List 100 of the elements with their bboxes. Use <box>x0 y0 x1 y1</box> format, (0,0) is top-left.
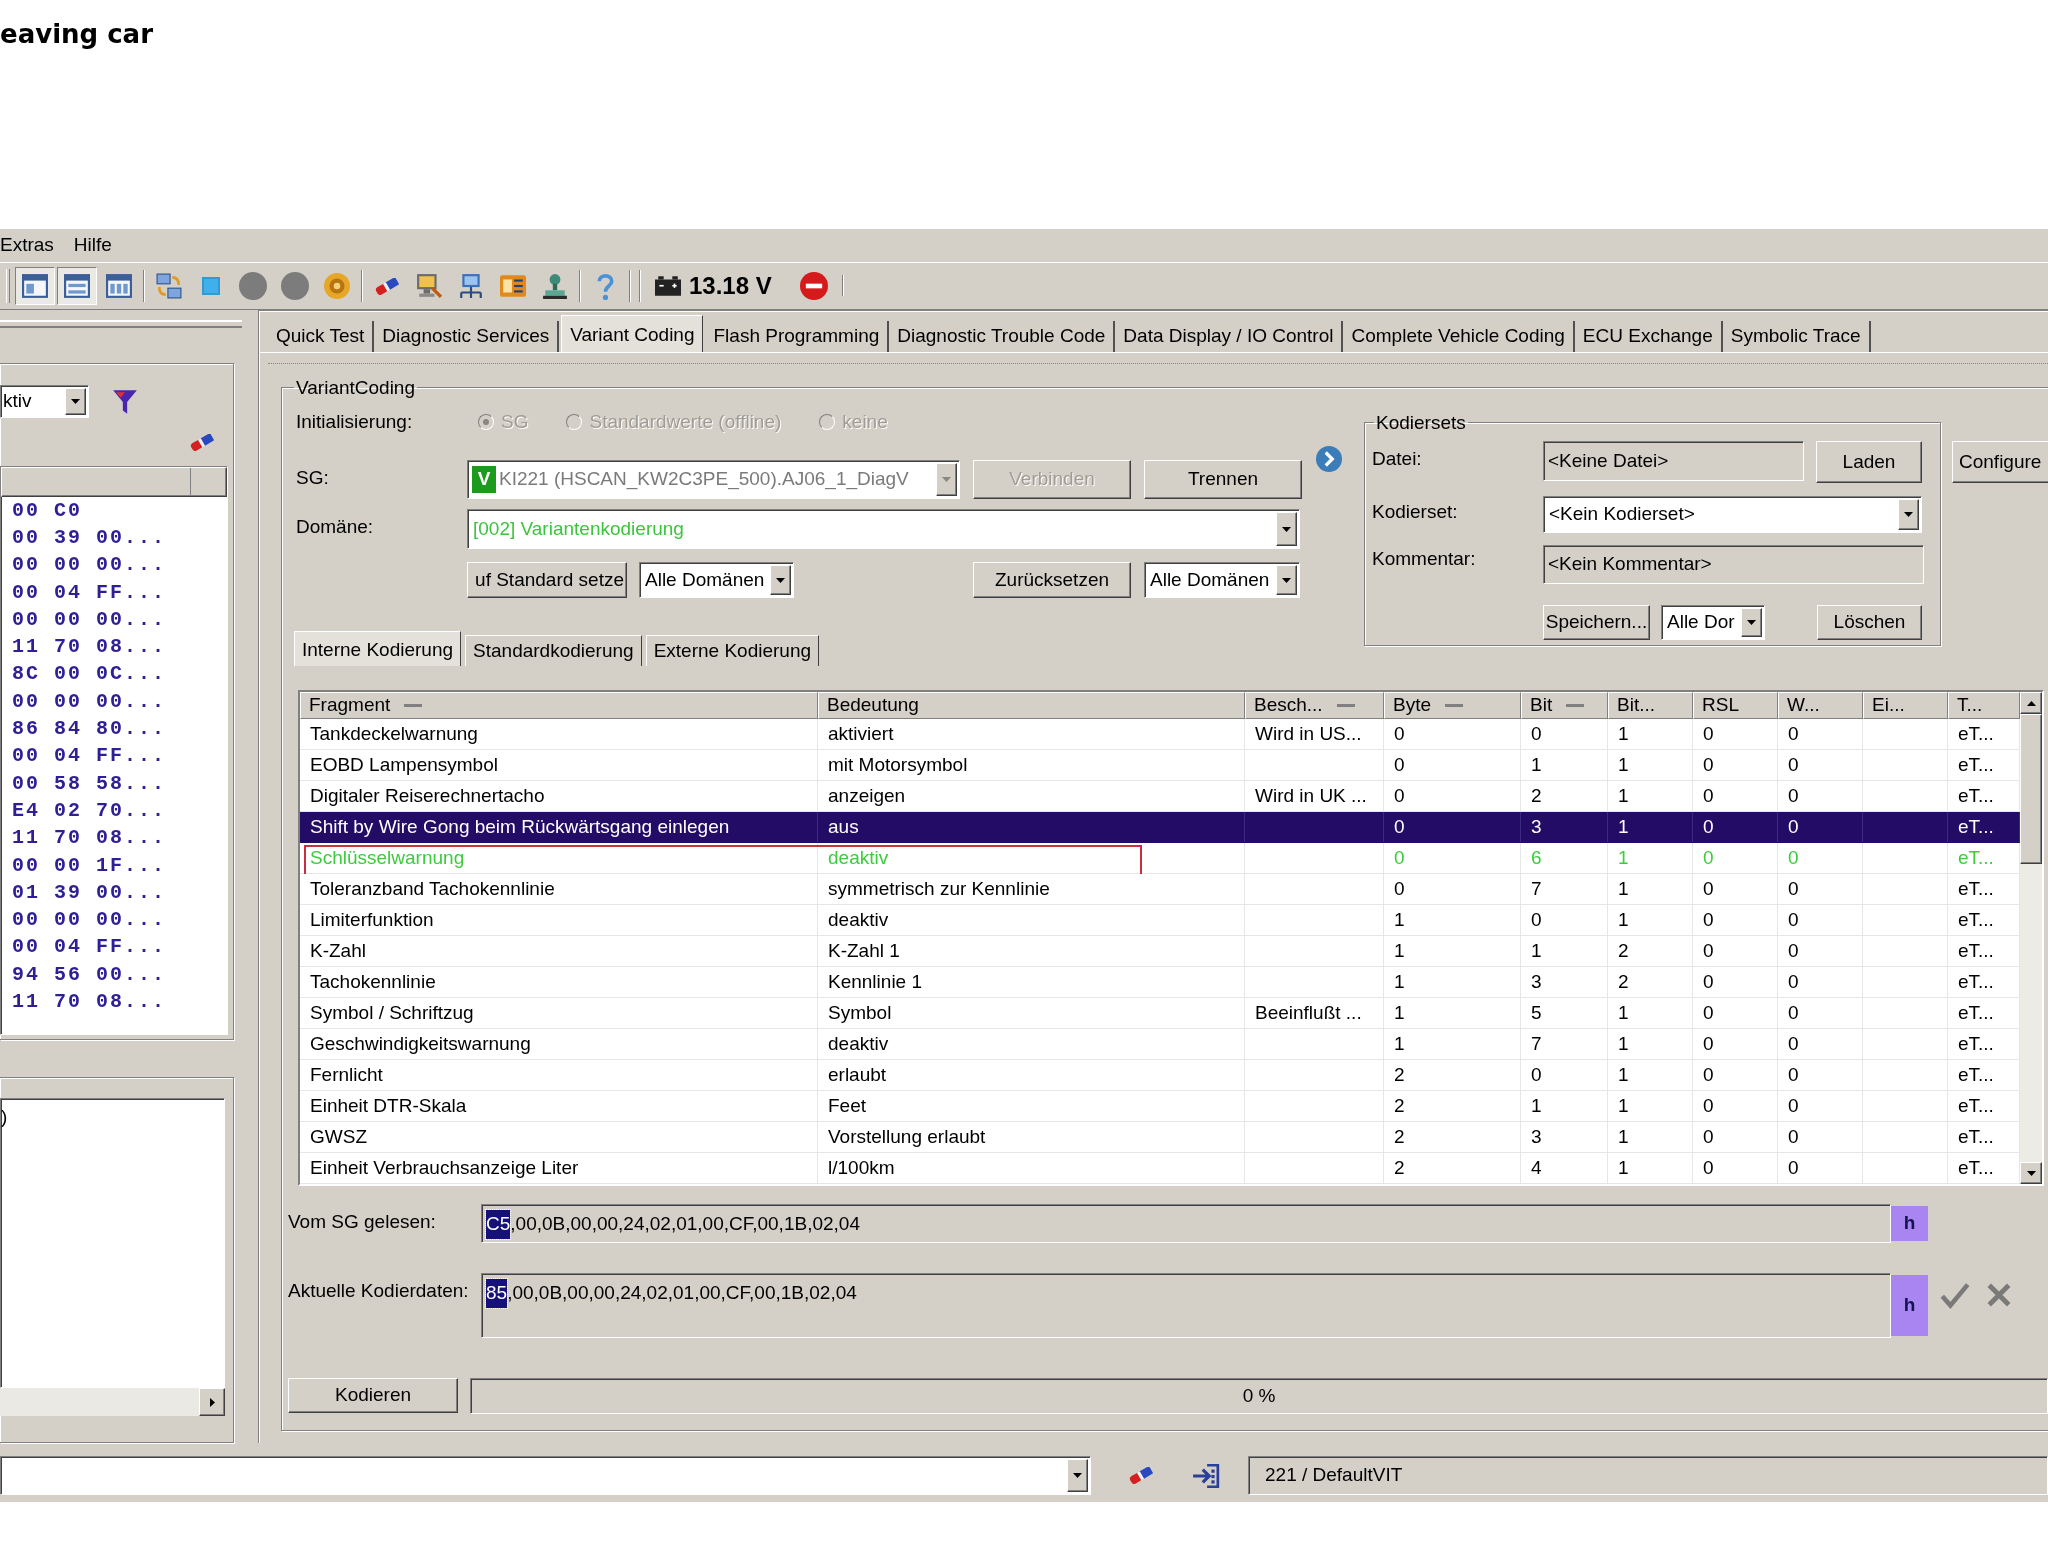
eraser-icon[interactable] <box>374 277 400 295</box>
tab[interactable]: Diagnostic Services <box>374 321 560 352</box>
scroll-up-button[interactable] <box>2020 692 2042 714</box>
column-header[interactable]: Bit <box>1521 692 1608 719</box>
hex-toggle-button[interactable]: h <box>1891 1275 1928 1336</box>
check-icon[interactable] <box>1940 1281 1970 1309</box>
scrollbar[interactable] <box>2020 692 2042 1184</box>
table-row[interactable]: Einheit DTR-Skala Feet 2 1 1 0 0 eT... <box>300 1091 2020 1122</box>
table-row[interactable]: Fernlicht erlaubt 2 0 1 0 0 eT... <box>300 1060 2020 1091</box>
dropdown-button[interactable] <box>1276 565 1297 595</box>
column-header[interactable]: Ei... <box>1863 692 1948 719</box>
dropdown-button[interactable] <box>1898 499 1919 530</box>
hex-data-field[interactable]: 85,00,0B,00,00,24,02,01,00,CF,00,1B,02,04 <box>481 1273 1891 1338</box>
columns-layout-icon[interactable] <box>106 274 132 298</box>
dropdown[interactable] <box>0 1456 1091 1495</box>
load-button[interactable]: Laden <box>1816 441 1922 483</box>
dropdown-button[interactable] <box>770 565 791 595</box>
hex-toggle-button[interactable]: h <box>1891 1206 1928 1241</box>
tab[interactable]: Variant Coding <box>561 315 704 352</box>
scroll-right-button[interactable] <box>199 1388 225 1416</box>
table-row[interactable]: Tankdeckelwarnung aktiviert Wird in US... 0 0 1 0 0 eT... <box>300 719 2020 750</box>
table-cell-text: eT... <box>1958 876 1994 901</box>
filter-dropdown[interactable]: ktiv <box>0 385 89 418</box>
scroll-thumb[interactable] <box>2020 714 2042 864</box>
code-button[interactable]: Kodieren <box>288 1378 458 1413</box>
sync-icon[interactable] <box>156 273 182 299</box>
column-header[interactable]: Bit... <box>1608 692 1693 719</box>
circle-icon[interactable] <box>239 272 267 300</box>
tab[interactable]: Externe Kodierung <box>645 635 820 666</box>
column-header[interactable]: Byte <box>1384 692 1521 719</box>
dropdown-button[interactable] <box>1276 512 1297 546</box>
stamp-icon[interactable] <box>542 273 568 299</box>
disc-icon[interactable] <box>324 273 350 299</box>
caret-icon <box>776 577 785 583</box>
file-field[interactable]: <Keine Datei> <box>1543 441 1804 481</box>
toolbar-button[interactable] <box>57 267 97 305</box>
hex-value: 00 00 1F... <box>12 853 167 878</box>
tab[interactable]: Flash Programming <box>705 321 890 352</box>
tab[interactable]: Diagnostic Trouble Code <box>889 321 1116 352</box>
dropdown-button[interactable] <box>65 388 86 415</box>
tab[interactable]: Symbolic Trace <box>1722 321 1871 352</box>
table-row[interactable]: Symbol / Schriftzug Symbol Beeinflußt ... 1 5 1 0 0 eT... <box>300 998 2020 1029</box>
column-header[interactable]: RSL <box>1693 692 1778 719</box>
dropdown-button[interactable] <box>1067 1459 1088 1492</box>
table-row[interactable]: Shift by Wire Gong beim Rückwärtsgang einlegen aus 0 3 1 0 0 eT... <box>300 812 2020 843</box>
tab[interactable]: Data Display / IO Control <box>1115 321 1344 352</box>
hex-data-field[interactable]: C5,00,0B,00,00,24,02,01,00,CF,00,1B,02,04 <box>481 1204 1891 1243</box>
dropdown-button[interactable] <box>1741 608 1762 637</box>
monitor-icon[interactable] <box>416 273 442 299</box>
device-icon[interactable] <box>500 273 526 299</box>
menu-item[interactable]: Extras <box>0 231 54 260</box>
tab[interactable]: Complete Vehicle Coding <box>1343 321 1575 352</box>
menu-item[interactable]: Hilfe <box>73 231 112 260</box>
table-row[interactable]: Geschwindigkeitswarnung deaktiv 1 7 1 0 0 eT... <box>300 1029 2020 1060</box>
scope-dropdown[interactable]: Alle Dor <box>1661 605 1765 640</box>
column-header[interactable]: T... <box>1948 692 2020 719</box>
login-icon[interactable] <box>1192 1462 1220 1489</box>
configure-button[interactable]: Configure <box>1952 441 2048 483</box>
tab[interactable]: Standardkodierung <box>465 635 642 666</box>
connect-button[interactable]: Trennen <box>1144 460 1302 499</box>
eraser-icon[interactable] <box>1128 1467 1154 1484</box>
codeset-dropdown[interactable]: <Kein Kodierset> <box>1543 496 1922 533</box>
table-row[interactable]: Toleranzband Tachokennlinie symmetrisch zur Kennlinie 0 7 1 0 0 eT... <box>300 874 2020 905</box>
table-row[interactable]: Einheit Verbrauchsanzeige Liter l/100km 2 4 1 0 0 eT... <box>300 1153 2020 1184</box>
filter-icon[interactable] <box>112 387 138 416</box>
column-header[interactable]: Besch... <box>1245 692 1384 719</box>
scope-dropdown[interactable]: Alle Domänen <box>1144 562 1300 598</box>
table-row[interactable]: Digitaler Reiserechnertacho anzeigen Wird in UK ... 0 2 1 0 0 eT... <box>300 781 2020 812</box>
eraser-icon[interactable] <box>189 433 215 451</box>
network-icon[interactable] <box>458 273 484 299</box>
scrollbar[interactable] <box>0 1388 225 1416</box>
default-button[interactable]: uf Standard setze <box>467 562 627 598</box>
toolbar-button[interactable] <box>15 267 55 305</box>
table-cell-text: deaktiv <box>828 1031 889 1056</box>
forward-icon[interactable] <box>1316 446 1342 472</box>
delete-button[interactable]: Löschen <box>1817 605 1922 640</box>
table-row[interactable]: Tachokennlinie Kennlinie 1 1 3 2 0 0 eT... <box>300 967 2020 998</box>
column-header[interactable]: W... <box>1778 692 1863 719</box>
table-row[interactable]: Limiterfunktion deaktiv 1 0 1 0 0 eT... <box>300 905 2020 936</box>
table-row[interactable]: EOBD Lampensymbol mit Motorsymbol 0 1 1 0 0 eT... <box>300 750 2020 781</box>
table-cell-text: 0 <box>1788 969 1799 994</box>
reset-button[interactable]: Zurücksetzen <box>973 562 1131 598</box>
tab[interactable]: Interne Kodierung <box>294 631 462 666</box>
table-cell-text: Digitaler Reiserechnertacho <box>310 783 545 808</box>
splitter-bar[interactable] <box>0 320 242 328</box>
comment-field[interactable]: <Kein Kommentar> <box>1543 545 1924 584</box>
tab[interactable]: ECU Exchange <box>1574 321 1723 352</box>
tab[interactable]: Quick Test <box>268 321 375 352</box>
table-row[interactable]: K-Zahl K-Zahl 1 1 1 2 0 0 eT... <box>300 936 2020 967</box>
stop-icon[interactable] <box>799 272 828 300</box>
save-button[interactable]: Speichern... <box>1543 605 1650 640</box>
table-row[interactable]: GWSZ Vorstellung erlaubt 2 3 1 0 0 eT... <box>300 1122 2020 1153</box>
table-cell-text: 1 <box>1394 1000 1405 1025</box>
circle-icon[interactable] <box>281 272 309 300</box>
table-cell-text: 1 <box>1618 1124 1629 1149</box>
column-header[interactable]: Fragment <box>300 692 818 719</box>
column-header[interactable]: Bedeutung <box>818 692 1245 719</box>
close-icon[interactable] <box>1986 1282 2012 1308</box>
scroll-down-button[interactable] <box>2020 1162 2042 1184</box>
scope-dropdown[interactable]: Alle Domänen <box>639 562 794 598</box>
